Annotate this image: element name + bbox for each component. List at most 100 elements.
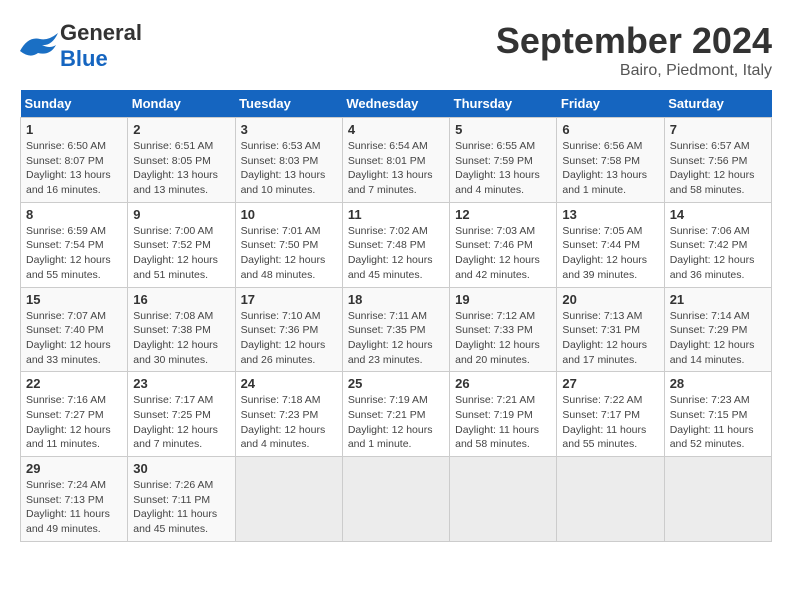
day-number: 24	[241, 376, 337, 391]
day-number: 5	[455, 122, 551, 137]
calendar-cell	[664, 457, 771, 542]
col-header-monday: Monday	[128, 90, 235, 118]
day-number: 3	[241, 122, 337, 137]
day-detail: Sunrise: 7:13 AM Sunset: 7:31 PM Dayligh…	[562, 309, 658, 368]
calendar-cell: 6 Sunrise: 6:56 AM Sunset: 7:58 PM Daylig…	[557, 118, 664, 203]
calendar-cell: 2Sunrise: 6:51 AM Sunset: 8:05 PM Daylig…	[128, 118, 235, 203]
day-number: 25	[348, 376, 444, 391]
calendar-cell: 13 Sunrise: 7:05 AM Sunset: 7:44 PM Dayli…	[557, 202, 664, 287]
calendar-cell: 8 Sunrise: 6:59 AM Sunset: 7:54 PM Daylig…	[21, 202, 128, 287]
day-detail: Sunrise: 7:06 AM Sunset: 7:42 PM Dayligh…	[670, 224, 766, 283]
calendar-cell: 12 Sunrise: 7:03 AM Sunset: 7:46 PM Dayli…	[450, 202, 557, 287]
day-number: 2	[133, 122, 229, 137]
day-number: 23	[133, 376, 229, 391]
calendar-cell: 29 Sunrise: 7:24 AM Sunset: 7:13 PM Dayli…	[21, 457, 128, 542]
day-detail: Sunrise: 7:02 AM Sunset: 7:48 PM Dayligh…	[348, 224, 444, 283]
calendar-cell: 23 Sunrise: 7:17 AM Sunset: 7:25 PM Dayli…	[128, 372, 235, 457]
calendar-cell: 21 Sunrise: 7:14 AM Sunset: 7:29 PM Dayli…	[664, 287, 771, 372]
day-number: 12	[455, 207, 551, 222]
day-number: 30	[133, 461, 229, 476]
logo: GeneralBlue	[20, 20, 142, 72]
calendar-cell: 10 Sunrise: 7:01 AM Sunset: 7:50 PM Dayli…	[235, 202, 342, 287]
day-number: 26	[455, 376, 551, 391]
day-detail: Sunrise: 7:03 AM Sunset: 7:46 PM Dayligh…	[455, 224, 551, 283]
day-number: 15	[26, 292, 122, 307]
calendar-cell: 25 Sunrise: 7:19 AM Sunset: 7:21 PM Dayli…	[342, 372, 449, 457]
day-detail: Sunrise: 7:14 AM Sunset: 7:29 PM Dayligh…	[670, 309, 766, 368]
logo-bird-icon	[20, 31, 58, 61]
day-number: 1	[26, 122, 122, 137]
calendar-cell: 15 Sunrise: 7:07 AM Sunset: 7:40 PM Dayli…	[21, 287, 128, 372]
calendar-cell	[342, 457, 449, 542]
day-detail: Sunrise: 7:17 AM Sunset: 7:25 PM Dayligh…	[133, 393, 229, 452]
day-number: 13	[562, 207, 658, 222]
calendar-cell: 3Sunrise: 6:53 AM Sunset: 8:03 PM Daylig…	[235, 118, 342, 203]
day-detail: Sunrise: 7:00 AM Sunset: 7:52 PM Dayligh…	[133, 224, 229, 283]
day-number: 27	[562, 376, 658, 391]
day-detail: Sunrise: 7:18 AM Sunset: 7:23 PM Dayligh…	[241, 393, 337, 452]
day-detail: Sunrise: 7:19 AM Sunset: 7:21 PM Dayligh…	[348, 393, 444, 452]
col-header-saturday: Saturday	[664, 90, 771, 118]
calendar-cell: 27 Sunrise: 7:22 AM Sunset: 7:17 PM Dayli…	[557, 372, 664, 457]
calendar-cell: 11 Sunrise: 7:02 AM Sunset: 7:48 PM Dayli…	[342, 202, 449, 287]
col-header-wednesday: Wednesday	[342, 90, 449, 118]
logo-text: GeneralBlue	[60, 20, 142, 72]
calendar-cell	[557, 457, 664, 542]
col-header-friday: Friday	[557, 90, 664, 118]
day-number: 16	[133, 292, 229, 307]
page-subtitle: Bairo, Piedmont, Italy	[496, 62, 772, 80]
calendar-cell	[450, 457, 557, 542]
calendar-cell: 26 Sunrise: 7:21 AM Sunset: 7:19 PM Dayli…	[450, 372, 557, 457]
day-number: 22	[26, 376, 122, 391]
title-area: September 2024 Bairo, Piedmont, Italy	[496, 20, 772, 80]
page-title: September 2024	[496, 20, 772, 62]
day-number: 11	[348, 207, 444, 222]
day-number: 29	[26, 461, 122, 476]
day-detail: Sunrise: 6:54 AM Sunset: 8:01 PM Dayligh…	[348, 139, 444, 198]
calendar-week-row: 29 Sunrise: 7:24 AM Sunset: 7:13 PM Dayli…	[21, 457, 772, 542]
day-detail: Sunrise: 7:01 AM Sunset: 7:50 PM Dayligh…	[241, 224, 337, 283]
calendar-cell	[235, 457, 342, 542]
day-detail: Sunrise: 7:08 AM Sunset: 7:38 PM Dayligh…	[133, 309, 229, 368]
col-header-sunday: Sunday	[21, 90, 128, 118]
day-number: 14	[670, 207, 766, 222]
calendar-cell: 17 Sunrise: 7:10 AM Sunset: 7:36 PM Dayli…	[235, 287, 342, 372]
day-detail: Sunrise: 7:26 AM Sunset: 7:11 PM Dayligh…	[133, 478, 229, 537]
day-number: 19	[455, 292, 551, 307]
calendar-week-row: 22 Sunrise: 7:16 AM Sunset: 7:27 PM Dayli…	[21, 372, 772, 457]
calendar-cell: 9Sunrise: 7:00 AM Sunset: 7:52 PM Daylig…	[128, 202, 235, 287]
calendar-cell: 7 Sunrise: 6:57 AM Sunset: 7:56 PM Daylig…	[664, 118, 771, 203]
day-number: 18	[348, 292, 444, 307]
calendar-table: SundayMondayTuesdayWednesdayThursdayFrid…	[20, 90, 772, 542]
calendar-header-row: SundayMondayTuesdayWednesdayThursdayFrid…	[21, 90, 772, 118]
day-number: 20	[562, 292, 658, 307]
day-number: 4	[348, 122, 444, 137]
calendar-week-row: 15 Sunrise: 7:07 AM Sunset: 7:40 PM Dayli…	[21, 287, 772, 372]
day-number: 6	[562, 122, 658, 137]
day-number: 8	[26, 207, 122, 222]
day-detail: Sunrise: 7:21 AM Sunset: 7:19 PM Dayligh…	[455, 393, 551, 452]
day-detail: Sunrise: 6:57 AM Sunset: 7:56 PM Dayligh…	[670, 139, 766, 198]
calendar-cell: 20 Sunrise: 7:13 AM Sunset: 7:31 PM Dayli…	[557, 287, 664, 372]
day-detail: Sunrise: 6:56 AM Sunset: 7:58 PM Dayligh…	[562, 139, 658, 198]
calendar-week-row: 8 Sunrise: 6:59 AM Sunset: 7:54 PM Daylig…	[21, 202, 772, 287]
day-detail: Sunrise: 7:05 AM Sunset: 7:44 PM Dayligh…	[562, 224, 658, 283]
day-detail: Sunrise: 7:23 AM Sunset: 7:15 PM Dayligh…	[670, 393, 766, 452]
calendar-cell: 14 Sunrise: 7:06 AM Sunset: 7:42 PM Dayli…	[664, 202, 771, 287]
calendar-cell: 19 Sunrise: 7:12 AM Sunset: 7:33 PM Dayli…	[450, 287, 557, 372]
calendar-cell: 22 Sunrise: 7:16 AM Sunset: 7:27 PM Dayli…	[21, 372, 128, 457]
day-detail: Sunrise: 6:50 AM Sunset: 8:07 PM Dayligh…	[26, 139, 122, 198]
day-detail: Sunrise: 7:10 AM Sunset: 7:36 PM Dayligh…	[241, 309, 337, 368]
day-detail: Sunrise: 7:16 AM Sunset: 7:27 PM Dayligh…	[26, 393, 122, 452]
day-number: 7	[670, 122, 766, 137]
day-detail: Sunrise: 7:22 AM Sunset: 7:17 PM Dayligh…	[562, 393, 658, 452]
day-number: 17	[241, 292, 337, 307]
day-detail: Sunrise: 7:07 AM Sunset: 7:40 PM Dayligh…	[26, 309, 122, 368]
day-detail: Sunrise: 7:24 AM Sunset: 7:13 PM Dayligh…	[26, 478, 122, 537]
day-number: 10	[241, 207, 337, 222]
day-detail: Sunrise: 6:59 AM Sunset: 7:54 PM Dayligh…	[26, 224, 122, 283]
calendar-cell: 30 Sunrise: 7:26 AM Sunset: 7:11 PM Dayli…	[128, 457, 235, 542]
day-detail: Sunrise: 7:12 AM Sunset: 7:33 PM Dayligh…	[455, 309, 551, 368]
day-number: 21	[670, 292, 766, 307]
calendar-cell: 5Sunrise: 6:55 AM Sunset: 7:59 PM Daylig…	[450, 118, 557, 203]
